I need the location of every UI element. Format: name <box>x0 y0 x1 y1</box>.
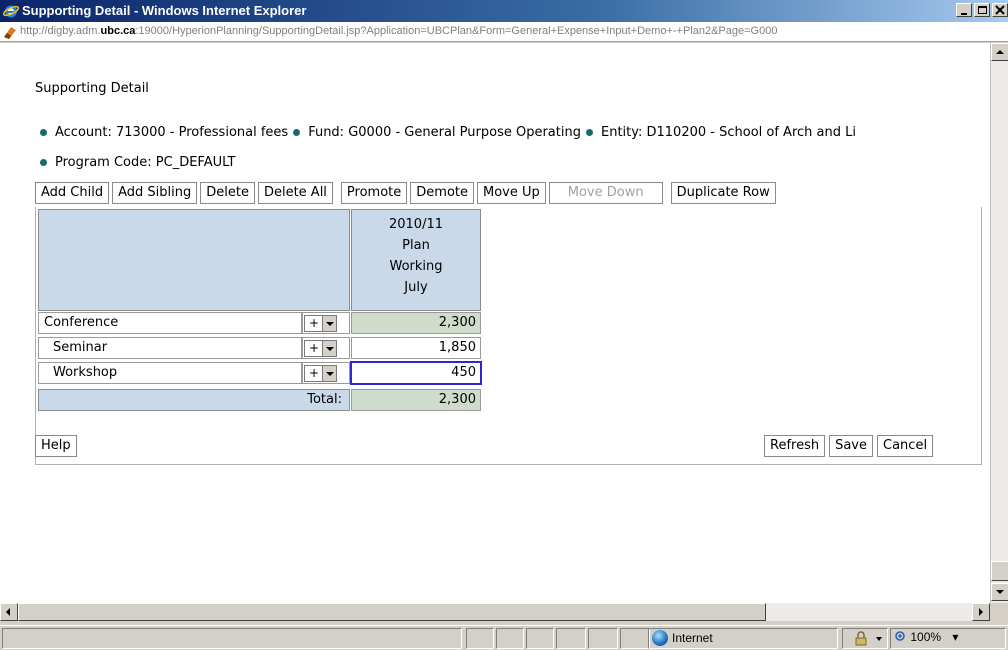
lock-icon <box>855 631 882 646</box>
page-icon <box>4 27 16 39</box>
minimize-button[interactable] <box>956 3 972 17</box>
supporting-detail-grid: 2010/11 Plan Working July Conference + 2… <box>35 207 982 465</box>
operator-select[interactable]: + <box>304 365 337 382</box>
arrow-down-icon <box>996 590 1004 594</box>
row-operator-cell: + <box>302 312 350 334</box>
page-title: Supporting Detail <box>35 81 149 96</box>
horizontal-scrollbar[interactable] <box>0 603 990 621</box>
move-down-button[interactable]: Move Down <box>548 182 663 204</box>
status-pane <box>496 628 524 649</box>
delete-button[interactable]: Delete <box>200 182 255 204</box>
demote-button[interactable]: Demote <box>410 182 474 204</box>
scroll-left-button[interactable] <box>0 603 18 621</box>
globe-icon <box>652 630 668 646</box>
promote-button[interactable]: Promote <box>340 182 408 204</box>
value-cell-seminar[interactable]: 1,850 <box>351 337 481 359</box>
refresh-button[interactable]: Refresh <box>764 435 826 457</box>
chevron-down-icon <box>322 341 336 356</box>
scroll-thumb[interactable] <box>991 561 1008 581</box>
window-title-bar: Supporting Detail - Windows Internet Exp… <box>0 0 1008 22</box>
status-bar: Internet 100% ▾ <box>0 625 1008 650</box>
arrow-up-icon <box>996 50 1004 54</box>
status-pane <box>466 628 494 649</box>
zoom-icon <box>895 631 905 641</box>
value-input-workshop[interactable]: 450 <box>350 361 482 385</box>
add-child-button[interactable]: Add Child <box>35 182 110 204</box>
toolbar: Add Child Add Sibling Delete Delete All … <box>35 182 776 204</box>
chevron-down-icon: ▾ <box>952 630 959 644</box>
help-button[interactable]: Help <box>35 435 77 457</box>
row-operator-cell: + <box>302 362 350 384</box>
pov-line-1: Account: 713000 - Professional fees Fund… <box>37 125 858 140</box>
chevron-down-icon <box>322 316 336 331</box>
arrow-left-icon <box>6 608 10 616</box>
cancel-button[interactable]: Cancel <box>877 435 934 457</box>
chevron-down-icon <box>322 366 336 381</box>
status-pane <box>620 628 650 649</box>
bullet-icon <box>40 129 47 136</box>
row-label-workshop[interactable]: Workshop <box>38 362 302 384</box>
bullet-icon <box>40 159 47 166</box>
scroll-right-button[interactable] <box>972 603 990 621</box>
pov-entity: Entity: D110200 - School of Arch and Li <box>583 125 856 140</box>
bullet-icon <box>585 129 593 136</box>
internet-explorer-icon <box>3 5 19 18</box>
operator-select[interactable]: + <box>304 340 337 357</box>
zone-label: Internet <box>672 631 713 645</box>
pov-program-code: Program Code: PC_DEFAULT <box>37 155 236 170</box>
maximize-button[interactable] <box>974 3 990 17</box>
status-text-pane <box>2 628 462 649</box>
page-content: Supporting Detail Account: 713000 - Prof… <box>0 43 990 603</box>
pov-line-2: Program Code: PC_DEFAULT <box>37 155 238 170</box>
status-pane <box>526 628 554 649</box>
total-label: Total: <box>38 389 350 411</box>
address-bar[interactable]: http://digby.adm.ubc.ca:19000/HyperionPl… <box>0 22 1008 42</box>
zoom-control[interactable]: 100% ▾ <box>895 630 958 644</box>
column-header-period: July <box>404 280 428 295</box>
column-header: 2010/11 Plan Working July <box>351 209 481 311</box>
zoom-level: 100% <box>910 630 942 644</box>
pov-fund: Fund: G0000 - General Purpose Operating <box>290 125 581 140</box>
column-header-year: 2010/11 <box>388 217 443 232</box>
footer-left: Help <box>35 435 77 457</box>
pov-account: Account: 713000 - Professional fees <box>37 125 288 140</box>
row-operator-cell: + <box>302 337 350 359</box>
scroll-down-button[interactable] <box>991 583 1008 601</box>
horizontal-scroll-thumb[interactable] <box>18 603 766 621</box>
grid-corner <box>38 209 350 311</box>
scroll-up-button[interactable] <box>991 43 1008 61</box>
row-label-conference[interactable]: Conference <box>38 312 302 334</box>
total-value: 2,300 <box>351 389 481 411</box>
url-text[interactable]: http://digby.adm.ubc.ca:19000/HyperionPl… <box>20 25 777 37</box>
operator-select[interactable]: + <box>304 315 337 332</box>
protected-mode-pane[interactable] <box>842 628 888 649</box>
save-button[interactable]: Save <box>829 435 874 457</box>
security-zone[interactable]: Internet <box>652 630 713 646</box>
add-sibling-button[interactable]: Add Sibling <box>112 182 198 204</box>
status-pane <box>556 628 586 649</box>
move-up-button[interactable]: Move Up <box>477 182 546 204</box>
value-cell-conference[interactable]: 2,300 <box>351 312 481 334</box>
row-label-seminar[interactable]: Seminar <box>38 337 302 359</box>
vertical-scrollbar[interactable] <box>990 43 1008 603</box>
scrollbar-corner <box>990 603 1008 621</box>
arrow-right-icon <box>979 608 983 616</box>
column-header-version: Working <box>389 259 443 274</box>
window-title: Supporting Detail - Windows Internet Exp… <box>22 3 307 18</box>
status-pane <box>588 628 618 649</box>
duplicate-row-button[interactable]: Duplicate Row <box>670 182 776 204</box>
column-header-scenario: Plan <box>402 238 430 253</box>
close-icon <box>995 5 1005 15</box>
close-button[interactable] <box>992 3 1008 17</box>
delete-all-button[interactable]: Delete All <box>257 182 333 204</box>
bullet-icon <box>293 129 301 136</box>
footer-right: Refresh Save Cancel <box>764 435 934 457</box>
